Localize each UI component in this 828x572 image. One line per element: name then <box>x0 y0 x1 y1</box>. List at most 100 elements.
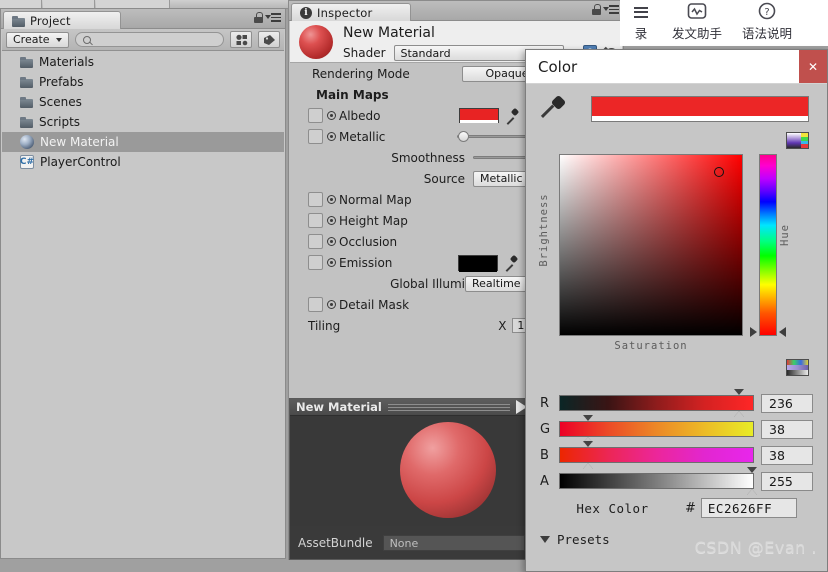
channel-g-value[interactable]: 38 <box>761 419 813 439</box>
albedo-color-swatch[interactable] <box>458 108 499 123</box>
assetbundle-dropdown[interactable]: None <box>382 535 525 551</box>
drag-grip[interactable] <box>387 404 510 411</box>
swatch-library-toggle-icon[interactable] <box>786 359 809 376</box>
cn-post-assistant[interactable]: 发文助手 <box>662 0 732 42</box>
preview-stage[interactable] <box>290 416 533 526</box>
chevron-down-icon[interactable] <box>540 536 550 543</box>
sb-gradient <box>560 155 742 335</box>
material-icon <box>20 135 34 149</box>
csharp-script-icon: C# <box>19 155 35 169</box>
tab-project[interactable]: Project <box>3 11 121 30</box>
channel-g-marker-top[interactable] <box>583 415 594 421</box>
slider-handle[interactable] <box>458 131 470 142</box>
normal-map-label: Normal Map <box>339 192 412 207</box>
channel-b-slider[interactable] <box>559 441 754 469</box>
radio-icon[interactable] <box>327 237 336 246</box>
filter-by-label-button[interactable] <box>258 31 280 48</box>
channel-g-label: G <box>540 421 551 437</box>
channel-a-slider[interactable] <box>559 467 757 495</box>
list-item-label: PlayerControl <box>40 155 121 169</box>
saturation-brightness-square[interactable] <box>559 154 743 336</box>
channel-a-marker-bottom[interactable] <box>747 489 757 495</box>
preview-titlebar[interactable]: New Material <box>290 399 533 416</box>
channel-r-marker-top[interactable] <box>734 389 745 395</box>
lock-icon[interactable] <box>592 4 601 15</box>
eyedropper-icon[interactable] <box>505 109 519 123</box>
channel-a-value[interactable]: 255 <box>761 471 813 491</box>
source-label: Source <box>423 171 465 186</box>
hex-color-field[interactable]: EC2626FF <box>700 498 797 518</box>
detail-mask-texture-slot[interactable] <box>308 297 323 312</box>
hamburger-menu-icon[interactable] <box>634 2 648 22</box>
folder-icon <box>20 76 33 88</box>
height-map-texture-slot[interactable] <box>308 213 323 228</box>
channel-b-marker-top[interactable] <box>583 441 594 447</box>
metallic-texture-slot[interactable] <box>308 129 323 144</box>
project-asset-list[interactable]: Materials Prefabs Scenes Scripts New Mat… <box>2 52 284 557</box>
cn-menu-item[interactable]: 录 <box>620 0 662 42</box>
color-dialog-body: Saturation Brightness Hue R 236 G 38 B 3… <box>526 84 827 571</box>
eyedropper-icon[interactable] <box>504 256 518 270</box>
hue-cursor-left[interactable] <box>750 327 757 337</box>
tiling-x-label: X <box>498 318 507 333</box>
cn-post-assistant-label: 发文助手 <box>671 26 722 41</box>
channel-b-value[interactable]: 38 <box>761 445 813 465</box>
radio-icon[interactable] <box>327 258 336 267</box>
cn-grammar-help[interactable]: ? 语法说明 <box>732 0 802 42</box>
material-name: New Material <box>343 25 435 41</box>
list-item-label: Scenes <box>39 95 82 109</box>
lock-icon[interactable] <box>254 12 263 23</box>
radio-icon[interactable] <box>327 216 336 225</box>
channel-r-value[interactable]: 236 <box>761 393 813 413</box>
folder-icon <box>12 15 25 27</box>
tab-inspector[interactable]: i Inspector <box>291 3 411 22</box>
list-item-new-material[interactable]: New Material <box>2 132 284 152</box>
radio-icon[interactable] <box>327 300 336 309</box>
panel-menu-icon[interactable] <box>265 13 281 22</box>
emission-texture-slot[interactable] <box>308 255 323 270</box>
search-field[interactable] <box>74 32 224 47</box>
project-toolbar: Create <box>2 29 284 51</box>
post-assistant-icon <box>686 2 708 22</box>
channel-row-r: R 236 <box>540 389 813 417</box>
sb-cursor[interactable] <box>714 167 724 177</box>
presets-label: Presets <box>557 532 610 547</box>
list-item-label: Scripts <box>39 115 81 129</box>
channel-r-slider[interactable] <box>559 389 754 417</box>
folder-icon <box>20 96 33 108</box>
current-color-preview[interactable] <box>591 96 809 122</box>
channel-a-marker-top[interactable] <box>747 467 757 473</box>
channel-g-slider[interactable] <box>559 415 754 443</box>
list-item[interactable]: Scenes <box>2 92 284 112</box>
emission-label: Emission <box>339 255 393 270</box>
hue-label: Hue <box>779 224 791 246</box>
channel-r-marker-bottom[interactable] <box>734 411 745 417</box>
panel-menu-icon[interactable] <box>603 5 619 14</box>
channel-row-a: A 255 <box>540 467 813 495</box>
normal-map-texture-slot[interactable] <box>308 192 323 207</box>
filter-by-type-button[interactable] <box>230 31 252 48</box>
occlusion-texture-slot[interactable] <box>308 234 323 249</box>
color-dialog-titlebar[interactable]: Color ✕ <box>526 50 827 84</box>
hue-cursor-right[interactable] <box>779 327 786 337</box>
channel-b-marker-bottom[interactable] <box>583 463 594 469</box>
radio-icon[interactable] <box>327 111 336 120</box>
radio-icon[interactable] <box>327 132 336 141</box>
list-item[interactable]: Scripts <box>2 112 284 132</box>
create-button[interactable]: Create <box>6 31 69 48</box>
emission-color-swatch[interactable] <box>458 254 499 272</box>
albedo-texture-slot[interactable] <box>308 108 323 123</box>
radio-icon[interactable] <box>327 195 336 204</box>
presets-section[interactable]: Presets <box>540 532 610 547</box>
close-icon[interactable]: ✕ <box>799 50 827 83</box>
search-input[interactable] <box>94 33 216 46</box>
channel-r-label: R <box>540 395 550 411</box>
list-item[interactable]: Materials <box>2 52 284 72</box>
hue-strip[interactable] <box>759 154 777 336</box>
list-item[interactable]: C# PlayerControl <box>2 152 284 172</box>
brightness-label: Brightness <box>538 193 550 267</box>
saturation-label: Saturation <box>614 340 688 352</box>
color-wheel-toggle-icon[interactable] <box>786 132 809 149</box>
eyedropper-icon[interactable] <box>540 94 567 119</box>
list-item[interactable]: Prefabs <box>2 72 284 92</box>
